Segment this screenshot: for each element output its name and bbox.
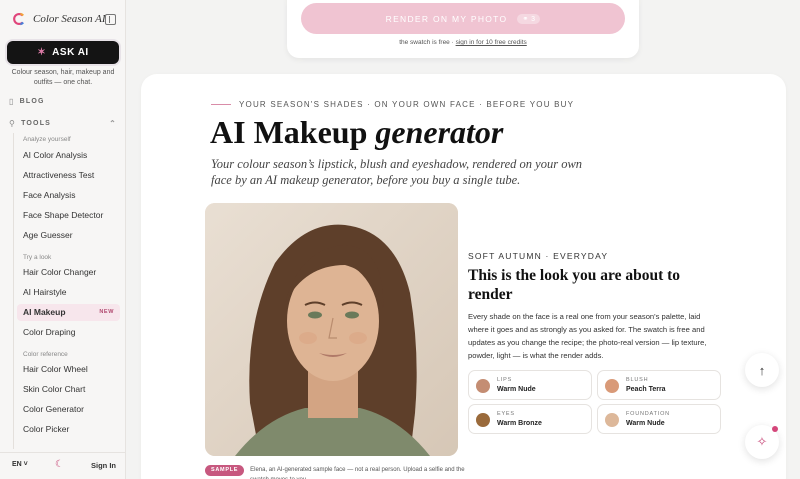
sidebar-item-age-guesser[interactable]: Age Guesser bbox=[17, 227, 120, 244]
swatch-note-text: the swatch is free · bbox=[399, 39, 456, 46]
swatch-label: EYES bbox=[497, 411, 515, 417]
sidebar-footer: EN ˅ ☾ Sign In bbox=[0, 452, 126, 479]
swatch-blush[interactable]: BLUSH Peach Terra bbox=[597, 370, 721, 400]
page-subtitle: Your colour season’s lipstick, blush and… bbox=[211, 157, 583, 187]
look-title: This is the look you are about to render bbox=[468, 267, 681, 303]
swatch-foundation[interactable]: FOUNDATION Warm Nude bbox=[597, 404, 721, 434]
sidebar: Color Season AI ✶ ASK AI Colour season, … bbox=[0, 0, 126, 479]
sidebar-item-ai-hairstyle[interactable]: AI Hairstyle bbox=[17, 284, 120, 301]
credit-cost: 3 bbox=[531, 15, 536, 23]
link-icon: ⚭ bbox=[522, 15, 529, 23]
sample-badge: SAMPLE bbox=[205, 465, 245, 476]
swatch-color bbox=[605, 379, 619, 393]
sparkle-icon: ✧ bbox=[756, 434, 768, 449]
moon-icon[interactable]: ☾ bbox=[55, 459, 64, 470]
render-on-photo-button[interactable]: RENDER ON MY PHOTO ⚭ 3 bbox=[301, 3, 625, 34]
look-description: Every shade on the face is a real one fr… bbox=[468, 312, 707, 360]
sidebar-item-face-shape-detector[interactable]: Face Shape Detector bbox=[17, 207, 120, 224]
sidebar-item-label: AI Makeup bbox=[23, 307, 66, 317]
blog-label: BLOG bbox=[19, 98, 45, 105]
sidebar-item-color-generator[interactable]: Color Generator bbox=[17, 401, 120, 418]
sparkle-icon: ✶ bbox=[37, 47, 47, 58]
sidebar-item-color-draping[interactable]: Color Draping bbox=[17, 324, 120, 341]
sidebar-item-face-analysis[interactable]: Face Analysis bbox=[17, 187, 120, 204]
sidebar-tagline: Colour season, hair, makeup and outfits … bbox=[11, 69, 115, 86]
sidebar-tools[interactable]: ⚲ TOOLS ⌃ bbox=[9, 119, 117, 128]
book-icon: ▯ bbox=[9, 97, 15, 106]
main-card: YOUR SEASON'S SHADES · ON YOUR OWN FACE … bbox=[141, 74, 786, 479]
sidebar-item-ai-makeup[interactable]: AI Makeup NEW bbox=[17, 304, 120, 321]
hero-eyebrow: YOUR SEASON'S SHADES · ON YOUR OWN FACE … bbox=[211, 100, 574, 109]
swatch-label: LIPS bbox=[497, 377, 513, 383]
look-eyebrow: SOFT AUTUMN · EVERYDAY bbox=[468, 251, 609, 261]
logo-icon bbox=[13, 12, 24, 26]
sidebar-item-attractiveness-test[interactable]: Attractiveness Test bbox=[17, 167, 120, 184]
swatch-label: BLUSH bbox=[626, 377, 649, 383]
face-illustration bbox=[205, 203, 458, 456]
title-plain: AI Makeup bbox=[210, 114, 376, 150]
sign-in-link[interactable]: Sign In bbox=[91, 461, 116, 470]
sidebar-item-skin-color-chart[interactable]: Skin Color Chart bbox=[17, 381, 120, 398]
ask-ai-button[interactable]: ✶ ASK AI bbox=[7, 41, 119, 64]
swatch-color bbox=[476, 413, 490, 427]
notification-dot bbox=[772, 426, 778, 432]
sidebar-item-ai-color-analysis[interactable]: AI Color Analysis bbox=[17, 147, 120, 164]
new-badge: NEW bbox=[99, 309, 114, 315]
swatch-color bbox=[605, 413, 619, 427]
language-selector[interactable]: EN ˅ bbox=[12, 461, 28, 468]
swatch-value: Peach Terra bbox=[626, 386, 666, 393]
sidebar-item-hair-color-wheel[interactable]: Hair Color Wheel bbox=[17, 361, 120, 378]
tools-tree: Analyze yourself AI Color Analysis Attra… bbox=[13, 133, 123, 449]
sample-caption: Elena, an AI-generated sample face — not… bbox=[250, 467, 465, 479]
swatch-note: the swatch is free · sign in for 10 free… bbox=[287, 39, 639, 46]
sign-in-credits-link[interactable]: sign in for 10 free credits bbox=[456, 39, 527, 46]
sample-face-photo bbox=[205, 203, 458, 456]
scroll-to-top-button[interactable]: ↑ bbox=[745, 353, 779, 387]
hero-eyebrow-text: YOUR SEASON'S SHADES · ON YOUR OWN FACE … bbox=[239, 100, 575, 109]
render-label: RENDER ON MY PHOTO bbox=[385, 13, 508, 24]
sidebar-item-hair-color-changer[interactable]: Hair Color Changer bbox=[17, 264, 120, 281]
eyebrow-rule bbox=[211, 104, 231, 105]
swatch-eyes[interactable]: EYES Warm Bronze bbox=[468, 404, 592, 434]
language-label: EN bbox=[12, 461, 22, 468]
sidebar-blog[interactable]: ▯ BLOG bbox=[9, 97, 45, 106]
group-label-reference: Color reference bbox=[23, 351, 68, 358]
title-italic: generator bbox=[375, 114, 504, 150]
group-label-analyze: Analyze yourself bbox=[23, 136, 71, 143]
ai-chat-button[interactable]: ✧ bbox=[745, 425, 779, 459]
group-label-try: Try a look bbox=[23, 254, 52, 261]
page-title: AI Makeup generator bbox=[210, 114, 503, 151]
arrow-up-icon: ↑ bbox=[758, 362, 766, 378]
credit-cost-pill: ⚭ 3 bbox=[517, 13, 541, 24]
swatch-label: FOUNDATION bbox=[626, 411, 670, 417]
wrench-icon: ⚲ bbox=[9, 119, 17, 128]
swatch-value: Warm Bronze bbox=[497, 420, 542, 427]
chevron-up-icon: ⌃ bbox=[109, 119, 117, 128]
swatch-color bbox=[476, 379, 490, 393]
brand[interactable]: Color Season AI bbox=[12, 12, 106, 26]
ask-ai-label: ASK AI bbox=[52, 47, 89, 58]
sidebar-collapse-icon[interactable] bbox=[105, 14, 116, 25]
brand-name: Color Season AI bbox=[33, 13, 106, 25]
swatch-lips[interactable]: LIPS Warm Nude bbox=[468, 370, 592, 400]
sidebar-item-color-picker[interactable]: Color Picker bbox=[17, 421, 120, 438]
swatch-value: Warm Nude bbox=[497, 386, 536, 393]
tools-label: TOOLS bbox=[21, 120, 52, 127]
swatch-value: Warm Nude bbox=[626, 420, 665, 427]
render-card: RENDER ON MY PHOTO ⚭ 3 the swatch is fre… bbox=[287, 0, 639, 58]
sample-caption-row: SAMPLE Elena, an AI-generated sample fac… bbox=[205, 465, 465, 479]
